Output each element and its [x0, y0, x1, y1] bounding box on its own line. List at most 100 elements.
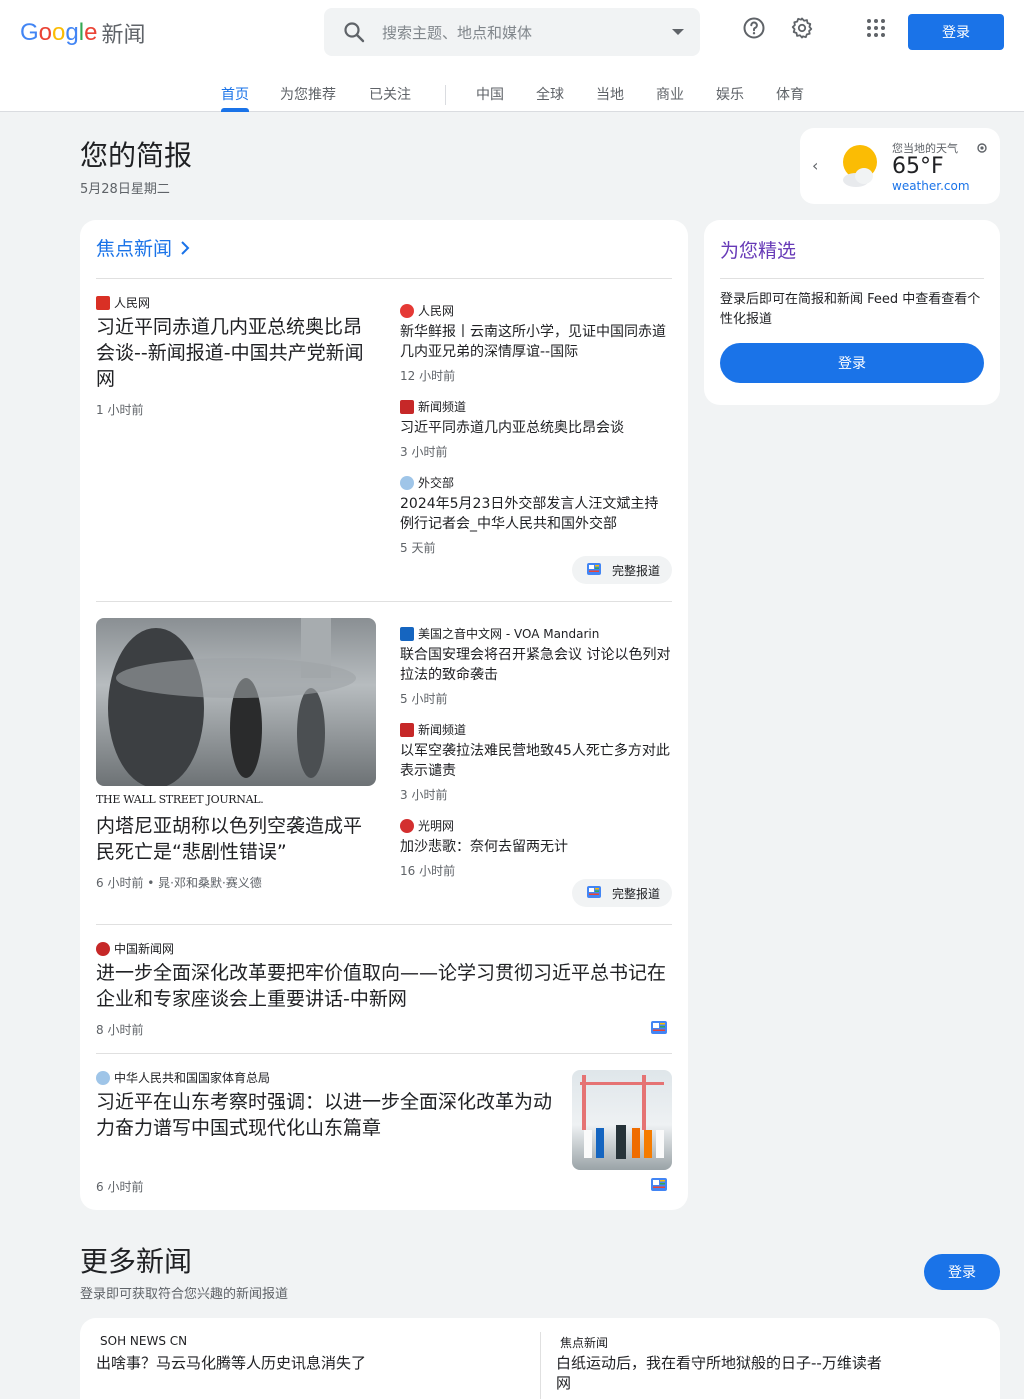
source-label: 人民网: [96, 294, 150, 311]
divider: [96, 1053, 672, 1054]
headline-link[interactable]: 习近平在山东考察时强调：以进一步全面深化改革为动力奋力谱写中国式现代化山东篇章: [96, 1089, 560, 1141]
tab-for-you[interactable]: 为您推荐: [280, 84, 336, 104]
headline-link[interactable]: 联合国安理会将召开紧急会议 讨论以色列对拉法的致命袭击: [400, 645, 672, 685]
top-stories-card: 焦点新闻 人民网 习近平同赤道几内亚总统奥比昂会谈--新闻报道-中国共产党新闻网…: [80, 220, 688, 1210]
source-label: 新闻频道: [400, 398, 466, 415]
top-bar: Google 新闻 搜索主题、地点和媒体 登录 首页 为您推荐 已关注 中国 全…: [0, 0, 1024, 112]
news-channel-logo-icon: [400, 722, 414, 737]
story-image[interactable]: [96, 618, 376, 786]
chinanews-logo-icon: [96, 941, 110, 956]
tab-following[interactable]: 已关注: [369, 84, 411, 104]
settings-icon[interactable]: [790, 16, 814, 40]
timestamp: 5 天前: [400, 541, 436, 555]
chevron-left-icon[interactable]: ‹: [812, 156, 818, 175]
divider: [96, 278, 672, 279]
source-name: 新闻频道: [418, 400, 467, 414]
picks-login-button[interactable]: 登录: [720, 343, 984, 383]
divider: [96, 924, 672, 925]
headline-link[interactable]: 进一步全面深化改革要把牢价值取向——论学习贯彻习近平总书记在企业和专家座谈会上重…: [96, 960, 676, 1012]
source-label: 美国之音中文网 - VOA Mandarin: [400, 625, 599, 642]
source-label: 光明网: [400, 817, 454, 834]
source-name: 人民网: [418, 304, 455, 318]
weather-widget[interactable]: ‹ 您当地的天气 65°F weather.com: [800, 128, 1000, 204]
divider: [96, 601, 672, 602]
headline-link[interactable]: 2024年5月23日外交部发言人汪文斌主持例行记者会_中华人民共和国外交部: [400, 494, 672, 534]
chevron-right-icon: [181, 240, 190, 255]
nav-tabs: 首页 为您推荐 已关注 中国 全球 当地 商业 娱乐 体育: [0, 74, 1024, 112]
tab-home[interactable]: 首页: [221, 84, 249, 104]
active-tab-indicator: [221, 108, 249, 112]
source-name: 人民网: [114, 296, 151, 310]
search-dropdown-icon[interactable]: [672, 29, 684, 35]
search-box[interactable]: 搜索主题、地点和媒体: [324, 8, 700, 56]
weather-source-link[interactable]: weather.com: [892, 179, 970, 193]
picks-description: 登录后即可在简报和新闻 Feed 中查看查看个性化报道: [720, 292, 981, 327]
more-news-login-button[interactable]: 登录: [924, 1254, 1000, 1290]
full-coverage-label: 完整报道: [612, 563, 661, 578]
google-news-logo[interactable]: Google 新闻: [20, 18, 145, 48]
full-coverage-button[interactable]: 完整报道: [572, 556, 673, 584]
globe-icon: [400, 475, 414, 490]
full-coverage-icon[interactable]: [650, 1020, 668, 1036]
full-coverage-icon: [587, 886, 601, 898]
source-name: 中国新闻网: [114, 942, 175, 956]
story-thumbnail[interactable]: [572, 1070, 672, 1170]
story-photo-icon: [108, 618, 356, 786]
logo-suffix: 新闻: [101, 23, 146, 48]
tab-world[interactable]: 全球: [536, 84, 564, 104]
source-name: 中华人民共和国国家体育总局: [114, 1071, 271, 1085]
source-name: 美国之音中文网 - VOA Mandarin: [418, 627, 600, 641]
story-photo-icon: [580, 1075, 664, 1159]
headline-link[interactable]: 习近平同赤道几内亚总统奥比昂会谈--新闻报道-中国共产党新闻网: [96, 314, 380, 392]
full-coverage-button[interactable]: 完整报道: [572, 879, 673, 907]
tab-sports[interactable]: 体育: [776, 84, 804, 104]
voa-logo-icon: [400, 626, 414, 641]
timestamp: 6 小时前 • 晁·邓和桑默·赛义德: [96, 876, 262, 890]
partly-cloudy-icon: [843, 145, 877, 187]
peoples-daily-logo-icon: [96, 295, 110, 310]
news-channel-logo-icon: [400, 399, 414, 414]
timestamp: 16 小时前: [400, 864, 456, 878]
top-stories-link[interactable]: 焦点新闻: [96, 234, 190, 261]
more-news-description: 登录即可获取符合您兴趣的新闻报道: [80, 1287, 289, 1302]
source-label: 人民网: [400, 302, 454, 319]
headline-link[interactable]: 以军空袭拉法难民营地致45人死亡多方对此表示谴责: [400, 741, 672, 781]
apps-icon[interactable]: [864, 16, 888, 40]
source-label: 中国新闻网: [96, 940, 174, 957]
page-title: 您的简报: [80, 139, 193, 172]
tab-business[interactable]: 商业: [656, 84, 684, 104]
timestamp: 3 小时前: [400, 788, 448, 802]
search-icon[interactable]: [342, 20, 366, 44]
more-news-title: 更多新闻: [80, 1245, 193, 1278]
guangming-logo-icon: [400, 818, 414, 833]
source-name: 外交部: [418, 476, 455, 490]
full-coverage-icon[interactable]: [650, 1177, 668, 1193]
help-icon[interactable]: [742, 16, 766, 40]
peoples-daily-logo-icon: [400, 303, 414, 318]
headline-link[interactable]: 出啥事？马云马化腾等人历史讯息消失了: [96, 1353, 516, 1373]
headline-link[interactable]: 内塔尼亚胡称以色列空袭造成平民死亡是“悲剧性错误”: [96, 813, 380, 865]
source-label: 焦点新闻: [560, 1336, 609, 1350]
weather-temp: 65°F: [892, 154, 944, 179]
headline-link[interactable]: 白纸运动后，我在看守所地狱般的日子--万维读者网: [556, 1353, 896, 1393]
tab-local[interactable]: 当地: [596, 84, 624, 104]
tab-china[interactable]: 中国: [476, 84, 504, 104]
globe-icon: [96, 1070, 110, 1085]
picks-for-you-card: 为您精选 登录后即可在简报和新闻 Feed 中查看查看个性化报道 登录: [704, 220, 1000, 405]
timestamp: 12 小时前: [400, 369, 456, 383]
login-button[interactable]: 登录: [908, 14, 1004, 50]
source-label: SOH NEWS CN: [100, 1334, 188, 1348]
top-stories-title: 焦点新闻: [96, 238, 173, 260]
source-name: 新闻频道: [418, 723, 467, 737]
source-label: THE WALL STREET JOURNAL.: [96, 793, 264, 806]
location-icon[interactable]: [976, 142, 988, 154]
headline-link[interactable]: 新华鲜报丨云南这所小学，见证中国同赤道几内亚兄弟的深情厚谊--国际: [400, 322, 672, 362]
divider: [720, 278, 984, 279]
picks-title: 为您精选: [720, 240, 797, 262]
headline-link[interactable]: 习近平同赤道几内亚总统奥比昂会谈: [400, 418, 672, 438]
source-label: 新闻频道: [400, 721, 466, 738]
headline-link[interactable]: 加沙悲歌：奈何去留两无计: [400, 837, 672, 857]
search-input[interactable]: 搜索主题、地点和媒体: [382, 22, 532, 43]
divider: [540, 1332, 541, 1399]
tab-entertainment[interactable]: 娱乐: [716, 84, 744, 104]
